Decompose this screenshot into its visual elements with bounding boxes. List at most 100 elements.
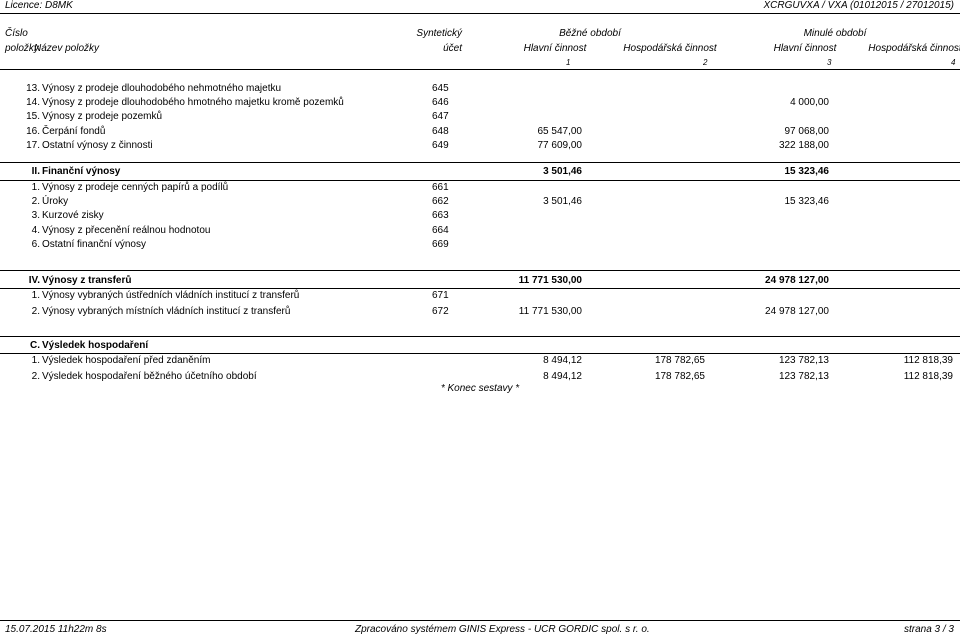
table-row: 15. Výnosy z prodeje pozemků 647 <box>0 111 960 125</box>
section-number: IV. <box>28 275 40 286</box>
section-title: Finanční výnosy <box>42 166 121 177</box>
value-previous-main: 4 000,00 <box>790 97 829 109</box>
value-previous-economic: 112 818,39 <box>903 355 953 366</box>
report-code: XCRGUVXA / VXA (01012015 / 27012015) <box>763 0 954 11</box>
column-header-divider <box>0 69 960 70</box>
col-nazev: Název položky <box>34 43 100 54</box>
col-hlavni-2: Hlavní činnost <box>773 43 837 54</box>
item-number: 1. <box>31 290 40 301</box>
value-current-main: 77 609,00 <box>537 139 583 151</box>
table-row: 4. Výnosy z přecenění reálnou hodnotou 664 <box>0 225 960 239</box>
item-number: 1. <box>31 355 40 366</box>
value-current-main: 8 494,12 <box>543 370 582 382</box>
item-name: Úroky <box>42 196 69 208</box>
value-current-main: 65 547,00 <box>537 125 583 137</box>
table-row: 1. Výnosy z prodeje cenných papírů a podí… <box>0 182 960 196</box>
item-number: 1. <box>31 182 40 193</box>
account-number: 669 <box>432 238 449 250</box>
table-row: 2. Výnosy vybraných místních vládních ins… <box>0 306 960 320</box>
item-name: Výnosy vybraných ústředních vládních ins… <box>42 290 300 301</box>
header-divider <box>0 13 960 14</box>
col-n4: 4 <box>951 58 956 67</box>
footer-timestamp: 15.07.2015 11h22m 8s <box>5 624 107 635</box>
item-number: 2. <box>31 370 40 382</box>
item-number: 3. <box>31 210 40 222</box>
section-value-1: 3 501,46 <box>543 166 582 177</box>
account-number: 646 <box>432 97 449 109</box>
table-row: 13. Výnosy z prodeje dlouhodobého nehmotn… <box>0 83 960 97</box>
value-previous-main: 322 188,00 <box>778 139 829 151</box>
item-number: 13. <box>26 83 40 94</box>
section-header-iv: IV. Výnosy z transferů 11 771 530,00 24 … <box>0 275 960 289</box>
section-value-3: 15 323,46 <box>784 166 830 177</box>
section-title: Výnosy z transferů <box>42 275 132 286</box>
item-number: 16. <box>26 125 40 137</box>
item-name: Výnosy vybraných místních vládních insti… <box>42 305 291 317</box>
item-number: 2. <box>31 196 40 208</box>
value-current-economic: 178 782,65 <box>654 370 705 382</box>
item-name: Výsledek hospodaření před zdaněním <box>42 355 211 366</box>
value-previous-main: 24 978 127,00 <box>765 305 829 317</box>
item-name: Výsledek hospodaření běžného účetního ob… <box>42 370 257 382</box>
table-row: 6. Ostatní finanční výnosy 669 <box>0 239 960 253</box>
section-divider <box>0 162 960 163</box>
table-row: 17. Ostatní výnosy z činnosti 649 77 609,00… <box>0 140 960 154</box>
item-name: Výnosy z prodeje dlouhodobého hmotného m… <box>42 97 344 109</box>
account-number: 647 <box>432 111 449 123</box>
account-number: 661 <box>432 182 449 193</box>
section-number: II. <box>31 166 40 177</box>
col-hosp-1: Hospodářská činnost <box>623 43 717 54</box>
section-divider <box>0 270 960 271</box>
item-number: 6. <box>31 238 40 250</box>
section-divider <box>0 353 960 354</box>
table-row: 16. Čerpání fondů 648 65 547,00 97 068,00 <box>0 126 960 140</box>
section-header-c: C. Výsledek hospodaření <box>0 340 960 354</box>
table-row: 2. Úroky 662 3 501,46 15 323,46 <box>0 196 960 210</box>
col-ucet: účet <box>443 43 462 54</box>
value-previous-main: 97 068,00 <box>784 125 830 137</box>
value-current-main: 11 771 530,00 <box>518 305 582 317</box>
item-name: Čerpání fondů <box>42 125 106 137</box>
item-number: 17. <box>26 139 40 151</box>
item-name: Kurzové zisky <box>42 210 104 222</box>
section-divider <box>0 180 960 181</box>
license-text: Licence: D8MK <box>5 0 73 11</box>
col-hlavni-1: Hlavní činnost <box>523 43 587 54</box>
section-value-3: 24 978 127,00 <box>765 275 829 286</box>
item-name: Výnosy z prodeje pozemků <box>42 111 163 123</box>
item-name: Ostatní finanční výnosy <box>42 238 146 250</box>
item-name: Výnosy z prodeje dlouhodobého nehmotného… <box>42 83 282 94</box>
table-row: 1. Výsledek hospodaření před zdaněním 8 49… <box>0 355 960 369</box>
footer-divider <box>0 620 960 621</box>
table-row: 14. Výnosy z prodeje dlouhodobého hmotnéh… <box>0 97 960 111</box>
section-divider <box>0 336 960 337</box>
item-number: 2. <box>31 305 40 317</box>
col-n2: 2 <box>703 58 708 67</box>
col-n1: 1 <box>566 58 571 67</box>
col-n3: 3 <box>827 58 832 67</box>
col-cislo: Číslo <box>5 28 28 39</box>
item-number: 14. <box>26 97 40 109</box>
section-header-ii: II. Finanční výnosy 3 501,46 15 323,46 <box>0 166 960 180</box>
value-previous-economic: 112 818,39 <box>903 370 953 382</box>
col-minule-obdobi: Minulé období <box>803 28 867 39</box>
value-previous-main: 123 782,13 <box>778 370 829 382</box>
value-current-main: 3 501,46 <box>543 196 582 208</box>
table-row: 1. Výnosy vybraných ústředních vládních i… <box>0 290 960 304</box>
footer-processed-by: Zpracováno systémem GINIS Express - UCR … <box>355 624 650 635</box>
col-synteticky: Syntetický <box>416 28 462 39</box>
item-name: Výnosy z přecenění reálnou hodnotou <box>42 224 211 236</box>
item-number: 15. <box>26 111 40 123</box>
value-current-economic: 178 782,65 <box>654 355 705 366</box>
end-note: * Konec sestavy * <box>440 383 520 394</box>
value-previous-main: 15 323,46 <box>784 196 830 208</box>
item-number: 4. <box>31 224 40 236</box>
footer-page-number: strana 3 / 3 <box>903 624 954 635</box>
table-row: 3. Kurzové zisky 663 <box>0 210 960 224</box>
value-current-main: 8 494,12 <box>543 355 582 366</box>
value-previous-main: 123 782,13 <box>778 355 829 366</box>
col-hosp-2: Hospodářská činnost <box>868 43 960 54</box>
section-value-1: 11 771 530,00 <box>518 275 582 286</box>
col-bezne-obdobi: Běžné období <box>559 28 621 39</box>
item-name: Ostatní výnosy z činnosti <box>42 139 153 151</box>
